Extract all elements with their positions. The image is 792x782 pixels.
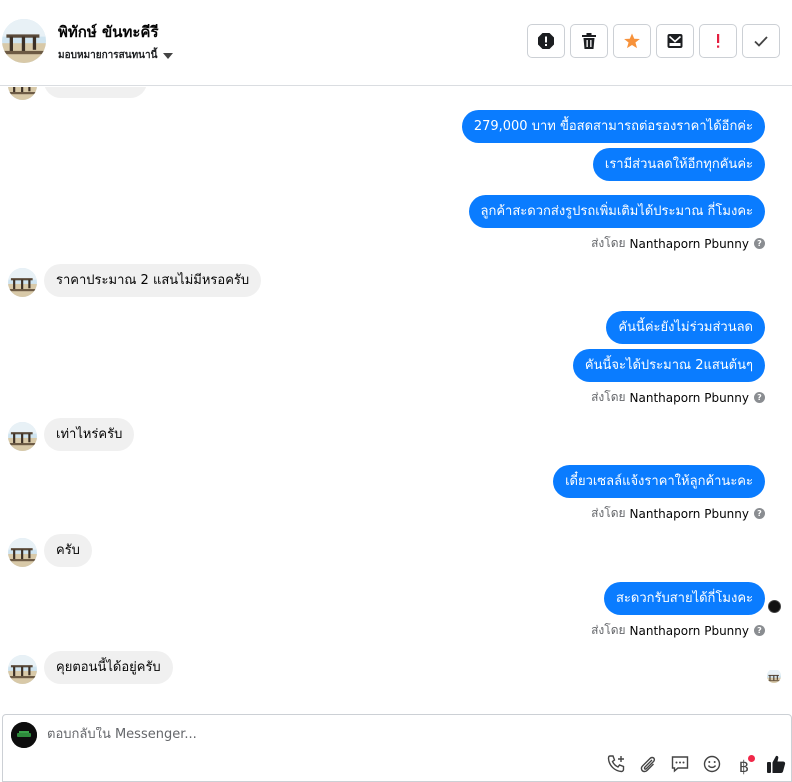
- mark-important-button[interactable]: [699, 24, 737, 58]
- help-icon[interactable]: ?: [754, 392, 765, 403]
- help-icon[interactable]: ?: [754, 508, 765, 519]
- sent-by-label: ส่งโดย Nanthaporn Pbunny ?: [591, 234, 765, 253]
- seen-by-page-icon: [768, 600, 781, 613]
- saved-replies-button[interactable]: [669, 755, 691, 777]
- contact-avatar-small: [8, 268, 37, 297]
- notification-dot: [748, 755, 755, 762]
- emoji-icon: [702, 754, 722, 778]
- delete-button[interactable]: [570, 24, 608, 58]
- important-icon: [713, 32, 723, 50]
- message-bubble-incoming[interactable]: ราคาประมาณ 2 แสนไม่มีหรอครับ: [44, 264, 262, 297]
- archive-button[interactable]: [656, 24, 694, 58]
- conversation-header: พิทักษ์ ขันทะคีรี มอบหมายการสนทนานี้: [0, 0, 792, 86]
- like-icon: [765, 753, 787, 779]
- message-bubble-outgoing[interactable]: เรามีส่วนลดให้อีกทุกคันค่ะ: [592, 148, 765, 181]
- contact-avatar-small: [8, 87, 37, 100]
- help-icon[interactable]: ?: [754, 625, 765, 636]
- trash-icon: [581, 32, 597, 50]
- mark-spam-button[interactable]: [527, 24, 565, 58]
- page-avatar: [11, 722, 37, 748]
- contact-name[interactable]: พิทักษ์ ขันทะคีรี: [58, 20, 159, 44]
- message-bubble-outgoing[interactable]: 279,000 บาท ขื้อสดสามารถต่อรองราคาได้อีก…: [461, 110, 765, 143]
- contact-avatar-small: [8, 655, 37, 684]
- emoji-button[interactable]: [701, 755, 723, 777]
- assign-conversation-dropdown[interactable]: มอบหมายการสนทนานี้: [58, 48, 174, 63]
- attach-file-button[interactable]: [637, 755, 659, 777]
- reply-input[interactable]: [47, 727, 547, 742]
- sent-by-prefix: ส่งโดย: [591, 390, 626, 404]
- chevron-down-icon: [163, 53, 174, 59]
- sender-name: Nanthaporn Pbunny: [629, 506, 749, 521]
- message-bubble-outgoing[interactable]: คันนี้ค่ะยังไม่ร่วมส่วนลด: [606, 311, 765, 344]
- star-icon: [623, 32, 641, 50]
- like-button[interactable]: [765, 755, 787, 777]
- call-add-icon: [606, 754, 626, 778]
- message-bubble-incoming[interactable]: [44, 87, 147, 98]
- star-button[interactable]: [613, 24, 651, 58]
- sent-by-prefix: ส่งโดย: [591, 236, 626, 250]
- contact-avatar[interactable]: [2, 19, 46, 63]
- sender-name: Nanthaporn Pbunny: [629, 390, 749, 405]
- attachment-icon: [638, 754, 658, 778]
- message-thread[interactable]: 279,000 บาท ขื้อสดสามารถต่อรองราคาได้อีก…: [0, 87, 792, 714]
- assign-label: มอบหมายการสนทนานี้: [58, 50, 158, 61]
- saved-reply-icon: [670, 754, 690, 778]
- message-bubble-incoming[interactable]: เท่าไหร่ครับ: [44, 418, 135, 451]
- sender-name: Nanthaporn Pbunny: [629, 236, 749, 251]
- done-icon: [753, 34, 769, 48]
- sent-by-prefix: ส่งโดย: [591, 623, 626, 637]
- mark-done-button[interactable]: [742, 24, 780, 58]
- contact-avatar-small: [8, 422, 37, 451]
- spam-icon: [537, 32, 555, 50]
- sent-by-prefix: ส่งโดย: [591, 506, 626, 520]
- help-icon[interactable]: ?: [754, 238, 765, 249]
- message-bubble-outgoing[interactable]: คันนี้จะได้ประมาณ 2แสนต้นๆ: [572, 349, 765, 382]
- sent-by-label: ส่งโดย Nanthaporn Pbunny ?: [591, 621, 765, 640]
- message-bubble-incoming[interactable]: ครับ: [44, 534, 92, 567]
- message-bubble-incoming[interactable]: คุยตอนนี้ได้อยู่ครับ: [44, 651, 173, 684]
- sender-name: Nanthaporn Pbunny: [629, 623, 749, 638]
- reply-composer: ฿: [2, 714, 792, 782]
- contact-avatar-small: [8, 538, 37, 567]
- call-add-button[interactable]: [605, 755, 627, 777]
- sent-by-label: ส่งโดย Nanthaporn Pbunny ?: [591, 388, 765, 407]
- seen-by-contact-avatar: [767, 669, 781, 683]
- message-bubble-outgoing[interactable]: เดี๋ยวเซลล์แจ้งราคาให้ลูกค้านะคะ: [553, 465, 765, 498]
- conversation-toolbar: [527, 24, 780, 58]
- archive-icon: [666, 32, 684, 50]
- composer-actions: ฿: [605, 755, 787, 777]
- message-bubble-outgoing[interactable]: สะดวกรับสายได้กี่โมงคะ: [603, 582, 765, 615]
- message-bubble-outgoing[interactable]: ลูกค้าสะดวกส่งรูปรถเพิ่มเติมได้ประมาณ กี…: [468, 195, 765, 228]
- payment-button[interactable]: ฿: [733, 755, 755, 777]
- sent-by-label: ส่งโดย Nanthaporn Pbunny ?: [591, 504, 765, 523]
